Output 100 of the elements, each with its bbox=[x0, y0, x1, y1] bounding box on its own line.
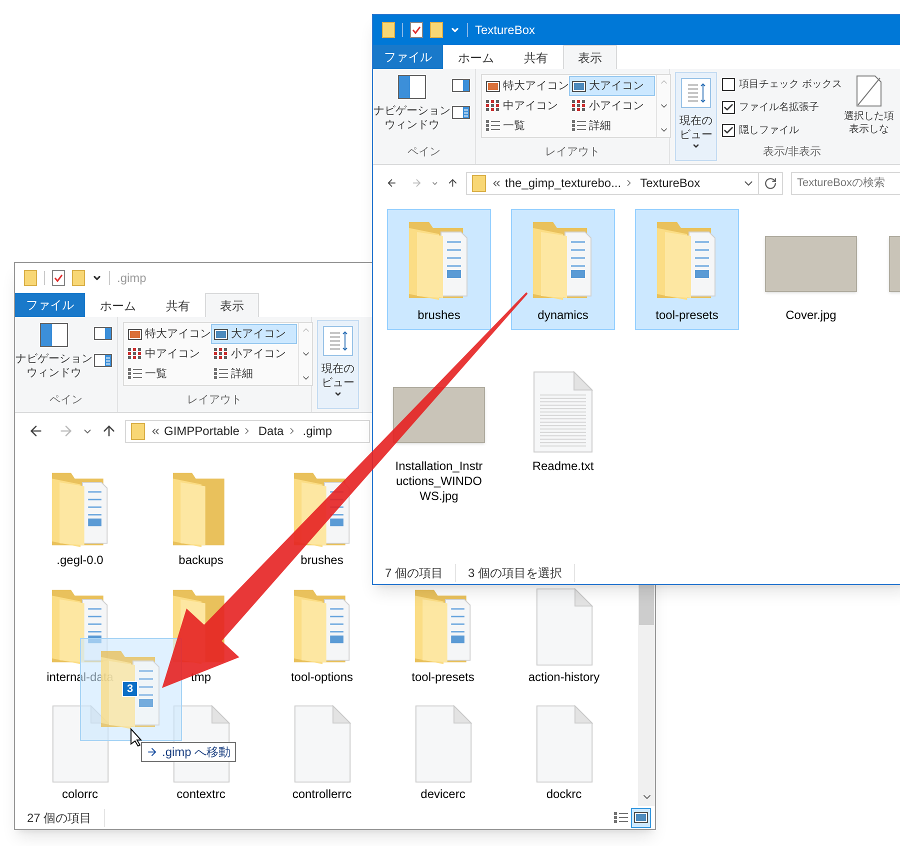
thumbnail-icon bbox=[486, 80, 500, 92]
file-item[interactable]: .gegl-0.0 bbox=[30, 468, 130, 568]
navigation-pane-button[interactable]: ナビゲーション ウィンドウ bbox=[18, 323, 90, 380]
current-view-button[interactable]: 現在の ビュー bbox=[675, 72, 717, 161]
ribbon-tab[interactable]: 表示 bbox=[205, 293, 259, 317]
preview-pane-icon[interactable] bbox=[452, 79, 470, 92]
file-icon bbox=[50, 705, 110, 783]
ribbon-tab[interactable]: 共有 bbox=[151, 293, 205, 317]
breadcrumb[interactable]: GIMPPortable bbox=[164, 422, 240, 440]
text-file-icon bbox=[531, 371, 595, 453]
list-icon bbox=[214, 368, 228, 380]
checkbox[interactable] bbox=[722, 124, 735, 136]
layout-option[interactable]: 中アイコン bbox=[483, 96, 569, 116]
breadcrumb[interactable]: the_gimp_texturebo... bbox=[505, 174, 622, 192]
thumbnail-icon bbox=[572, 80, 586, 92]
layout-option[interactable]: 一覧 bbox=[483, 116, 569, 136]
customize-caret-icon[interactable] bbox=[92, 273, 102, 283]
folder-icon bbox=[131, 422, 145, 440]
file-item[interactable]: action-history bbox=[514, 585, 614, 685]
file-item[interactable]: tool-presets bbox=[635, 209, 739, 330]
breadcrumb[interactable]: Data bbox=[258, 422, 284, 440]
ribbon-tab[interactable]: ホーム bbox=[443, 45, 509, 69]
file-name: tmp bbox=[190, 670, 212, 684]
tooltip-text: .gimp へ移動 bbox=[162, 744, 231, 761]
ribbon-tab[interactable]: ホーム bbox=[85, 293, 151, 317]
file-name: Readme.txt bbox=[531, 459, 595, 474]
overflow-icon bbox=[150, 426, 161, 436]
count-badge: 3 bbox=[122, 681, 138, 697]
search-field[interactable]: TextureBoxの検索 bbox=[791, 172, 900, 194]
large-icons-view-button[interactable] bbox=[631, 808, 651, 828]
file-item[interactable]: Cover.jpg bbox=[759, 209, 863, 330]
group-label: ペイン bbox=[406, 144, 442, 160]
address-field[interactable]: the_gimp_texturebo... TextureBox bbox=[466, 172, 783, 194]
status-text: 27 個の項目 bbox=[27, 808, 105, 826]
option-checkbox[interactable]: 項目チェック ボックス bbox=[722, 75, 843, 93]
breadcrumb[interactable]: TextureBox bbox=[640, 174, 700, 192]
file-name: controllerrc bbox=[291, 787, 353, 801]
hide-selected-button[interactable]: 選択した項 表示しな bbox=[844, 75, 894, 144]
layout-option[interactable]: 大アイコン bbox=[569, 76, 655, 96]
file-item[interactable]: devicerc bbox=[393, 702, 493, 802]
layout-option[interactable]: 大アイコン bbox=[211, 324, 297, 344]
option-checkbox[interactable]: 隠しファイル bbox=[722, 121, 843, 139]
navigation-pane-button[interactable]: ナビゲーション ウィンドウ bbox=[376, 75, 448, 132]
layout-option[interactable]: 特大アイコン bbox=[483, 76, 569, 96]
ribbon-tab[interactable]: 共有 bbox=[509, 45, 563, 69]
scrollbar-thumb[interactable] bbox=[639, 585, 654, 625]
layout-option[interactable]: 小アイコン bbox=[211, 344, 297, 364]
file-icon bbox=[534, 588, 594, 666]
file-item[interactable]: colorrc bbox=[30, 702, 130, 802]
file-name: colorrc bbox=[60, 787, 99, 801]
file-name: Cover.jpg bbox=[784, 308, 838, 323]
file-item[interactable]: dynamics bbox=[511, 209, 615, 330]
file-item[interactable]: tool-presets bbox=[393, 585, 493, 685]
thumbnail-icon bbox=[214, 328, 228, 340]
file-name: tool-options bbox=[290, 670, 354, 684]
group-label: レイアウト bbox=[186, 392, 243, 408]
file-name: Installation_Instructions_WINDOWS.jpg bbox=[394, 459, 484, 504]
file-tab[interactable]: ファイル bbox=[15, 293, 85, 317]
file-item[interactable]: dockrc bbox=[514, 702, 614, 802]
file-name: backups bbox=[178, 553, 224, 567]
group-label: レイアウト bbox=[544, 144, 601, 160]
file-name: tool-presets bbox=[410, 670, 476, 684]
layout-option[interactable]: 中アイコン bbox=[125, 344, 211, 364]
group-label: 表示/非表示 bbox=[762, 144, 822, 160]
caret-icon bbox=[692, 142, 700, 150]
details-pane-icon[interactable] bbox=[94, 354, 112, 367]
properties-icon[interactable] bbox=[52, 270, 65, 286]
layout-option[interactable]: 詳細 bbox=[569, 116, 655, 136]
layout-option[interactable]: 特大アイコン bbox=[125, 324, 211, 344]
file-item[interactable]: tool-options bbox=[272, 585, 372, 685]
up-icon[interactable] bbox=[101, 423, 117, 439]
layout-option[interactable]: 一覧 bbox=[125, 364, 211, 384]
file-icon bbox=[534, 705, 594, 783]
file-name: dynamics bbox=[536, 308, 590, 323]
navigation-pane-icon bbox=[40, 323, 68, 347]
breadcrumb[interactable]: .gimp bbox=[302, 422, 332, 440]
list-icon bbox=[486, 120, 500, 132]
option-checkbox[interactable]: ファイル名拡張子 bbox=[722, 98, 843, 116]
file-item[interactable]: Readme.txt bbox=[511, 360, 615, 511]
file-name: action-history bbox=[527, 670, 601, 684]
details-pane-icon[interactable] bbox=[452, 106, 470, 119]
address-field[interactable]: GIMPPortable Data .gimp bbox=[125, 420, 370, 442]
file-item[interactable]: brushes bbox=[387, 209, 491, 330]
checkbox[interactable] bbox=[722, 100, 735, 114]
checkbox-label: 隠しファイル bbox=[739, 124, 799, 138]
layout-option[interactable]: 小アイコン bbox=[569, 96, 655, 116]
refresh-icon[interactable] bbox=[764, 176, 777, 190]
current-view-button[interactable]: 現在の ビュー bbox=[317, 320, 359, 409]
folder-icon bbox=[50, 471, 110, 549]
file-item[interactable]: backups bbox=[151, 468, 251, 568]
scrollbar[interactable] bbox=[638, 585, 655, 806]
file-item[interactable]: controllerrc bbox=[272, 702, 372, 802]
properties-icon[interactable] bbox=[410, 22, 423, 38]
checkbox[interactable] bbox=[722, 78, 735, 90]
file-tab[interactable]: ファイル bbox=[373, 45, 443, 69]
layout-option[interactable]: 詳細 bbox=[211, 364, 297, 384]
back-icon[interactable] bbox=[28, 423, 44, 439]
ribbon-tab[interactable]: 表示 bbox=[563, 45, 617, 69]
preview-pane-icon[interactable] bbox=[94, 327, 112, 340]
list-icon bbox=[614, 812, 628, 824]
